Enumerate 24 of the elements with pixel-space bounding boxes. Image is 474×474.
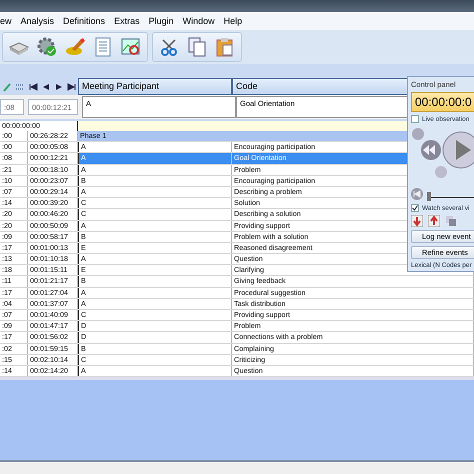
menu-item[interactable]: Analysis [20,16,54,26]
menu-item[interactable]: ew [0,16,12,26]
slider-thumb[interactable] [427,192,431,200]
previous-icon[interactable] [41,82,51,92]
rewind-icon[interactable] [411,188,423,200]
menu-item[interactable]: Plugin [148,16,174,26]
checkbox[interactable] [411,204,419,212]
menu-item[interactable]: Extras [114,16,140,26]
column-header[interactable]: Meeting Participant [78,78,232,95]
menu-item[interactable]: Window [182,16,215,26]
up-arrow-icon[interactable] [428,215,440,227]
copy-icon[interactable] [186,36,208,58]
next-icon[interactable] [54,82,64,92]
last-icon[interactable] [67,82,77,92]
pencil-icon[interactable] [64,36,86,58]
menu-item[interactable]: Help [224,16,242,26]
down-arrow-icon[interactable] [411,215,423,227]
checkbox[interactable] [411,115,419,123]
gear-icon[interactable] [36,36,58,58]
layers-icon[interactable] [445,215,457,227]
chart-search-icon[interactable] [120,36,142,58]
time-display: 00:00:00:0 [411,92,474,112]
first-icon[interactable] [28,82,38,92]
menu-item[interactable]: Definitions [63,16,106,26]
